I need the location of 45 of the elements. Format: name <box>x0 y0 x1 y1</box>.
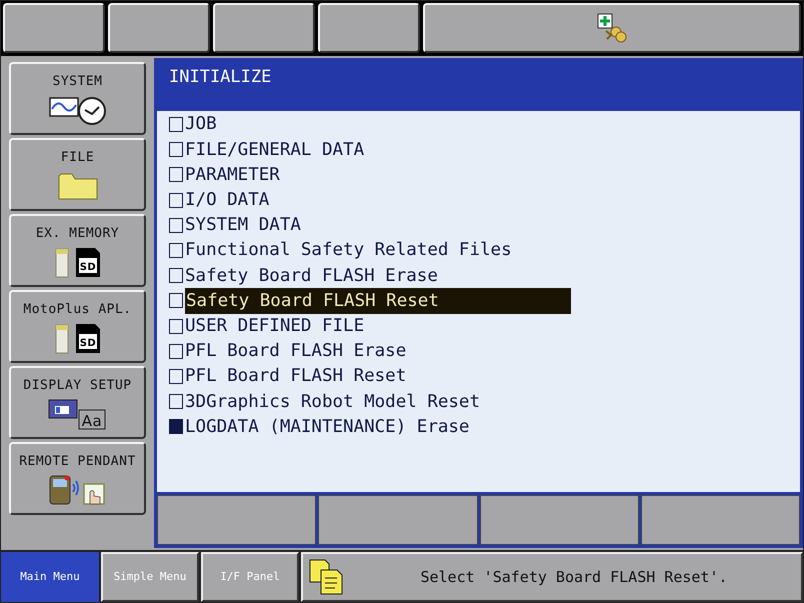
list-item[interactable]: I/O DATA <box>169 188 788 213</box>
checkbox[interactable] <box>169 167 183 182</box>
panel-title: INITIALIZE <box>168 66 272 89</box>
top-function-button[interactable] <box>108 3 210 53</box>
checkbox[interactable] <box>169 419 183 434</box>
top-function-button[interactable] <box>213 3 315 53</box>
keys-add-icon <box>597 13 627 43</box>
checkbox[interactable] <box>169 142 183 158</box>
checkbox[interactable] <box>169 318 183 334</box>
sidebar-menu-button[interactable]: DISPLAY SETUP Aa <box>9 366 146 439</box>
list-item[interactable]: JOB <box>169 112 788 138</box>
top-function-button[interactable] <box>423 3 801 53</box>
checkbox[interactable] <box>169 368 183 384</box>
sidebar-menu-button[interactable]: SYSTEM <box>9 62 146 135</box>
sidebar-menu-button[interactable]: EX. MEMORY SD <box>9 214 146 287</box>
checkbox[interactable] <box>169 243 183 258</box>
pendant-wireless-icon <box>48 474 108 506</box>
checkbox[interactable] <box>169 293 183 308</box>
checkbox[interactable] <box>169 394 183 410</box>
top-function-button[interactable] <box>3 3 105 53</box>
soft-key-button[interactable] <box>318 495 478 545</box>
status-message: Select 'Safety Board FLASH Reset'. <box>419 566 729 588</box>
sidebar-menu-button[interactable]: MotoPlus APL. SD <box>9 290 146 363</box>
list-item[interactable]: LOGDATA (MAINTENANCE) Erase <box>169 414 788 440</box>
soft-key-button[interactable] <box>157 495 316 545</box>
list-item[interactable]: Safety Board FLASH Erase <box>169 263 788 288</box>
bottom-tab[interactable]: Main Menu <box>1 552 99 602</box>
sidebar-menu-button[interactable]: FILE <box>9 138 146 211</box>
list-item[interactable]: PFL Board FLASH Erase <box>169 338 788 364</box>
list-item[interactable]: Functional Safety Related Files <box>169 238 788 264</box>
list-item[interactable]: PARAMETER <box>169 162 788 188</box>
sidebar-menu-button[interactable]: REMOTE PENDANT <box>9 442 146 515</box>
checkbox[interactable] <box>169 218 183 233</box>
soft-key-button[interactable] <box>480 495 639 545</box>
list-item[interactable]: PFL Board FLASH Reset <box>169 364 788 390</box>
checkbox[interactable] <box>169 268 183 284</box>
list-item[interactable]: FILE/GENERAL DATA <box>169 137 788 162</box>
checkbox[interactable] <box>169 344 183 359</box>
checkbox[interactable] <box>169 117 183 132</box>
checkbox[interactable] <box>169 192 183 208</box>
soft-key-button[interactable] <box>640 495 800 545</box>
list-item[interactable]: 3DGraphics Robot Model Reset <box>169 389 788 414</box>
list-item[interactable]: USER DEFINED FILE <box>169 314 788 339</box>
list-item[interactable]: SYSTEM DATA <box>169 212 788 238</box>
top-function-button[interactable] <box>318 3 420 53</box>
